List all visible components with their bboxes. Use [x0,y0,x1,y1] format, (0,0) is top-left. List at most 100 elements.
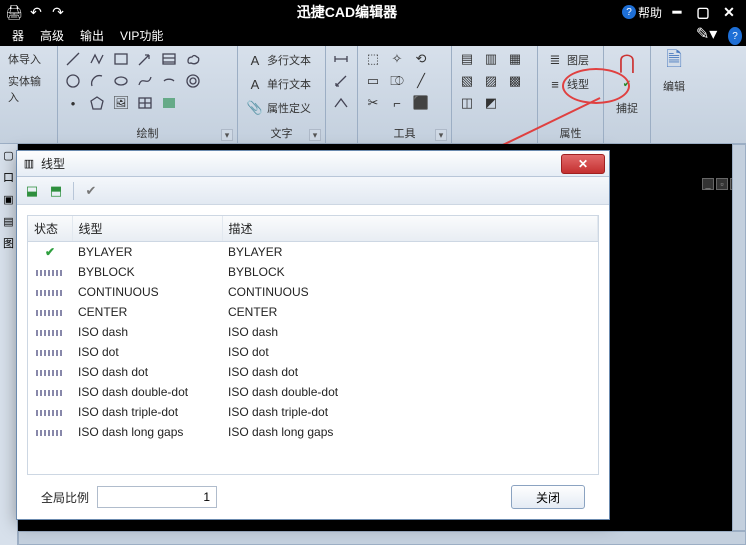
close-icon[interactable]: ✕ [718,3,740,21]
menu-item-1[interactable]: 高级 [32,25,72,46]
print-icon[interactable]: 🖨 [6,4,22,20]
table-row[interactable]: ISO dash dotISO dash dot [28,362,598,382]
table-row[interactable]: ISO dashISO dash [28,322,598,342]
misc-b2[interactable]: ▨ [482,72,500,90]
close-button[interactable]: 关闭 [511,485,585,509]
layer-button[interactable]: ≣图层 [544,50,597,70]
misc-c1[interactable]: ◫ [458,94,476,112]
line-icon[interactable] [64,50,82,68]
load-linetype-icon[interactable]: ⬓ [23,182,41,200]
hatch-icon[interactable] [160,50,178,68]
misc-a2[interactable]: ▥ [482,50,500,68]
dtext-icon: A [246,75,264,93]
ribbon: 体导入 实体输入 • [0,46,746,144]
col-linetype[interactable]: 线型 [72,216,222,242]
concentric-icon[interactable] [184,72,202,90]
vertical-scrollbar[interactable] [732,144,746,531]
misc-b1[interactable]: ▧ [458,72,476,90]
misc-c2[interactable]: ◩ [482,94,500,112]
misc-a1[interactable]: ▤ [458,50,476,68]
snap-button[interactable]: ⋂ ✔ 捕捉 [606,48,648,116]
dim-tool-2[interactable] [332,72,350,90]
linetype-name-cell: ISO dash long gaps [72,422,222,442]
linetype-desc-cell: BYLAYER [222,242,598,263]
circle-icon[interactable] [64,72,82,90]
table-icon[interactable] [136,94,154,112]
menu-item-2[interactable]: 输出 [72,25,112,46]
table-row[interactable]: BYBLOCKBYBLOCK [28,262,598,282]
linetype-button[interactable]: ≡线型 [544,74,597,94]
ribbon-group-import: 体导入 实体输入 [0,46,58,143]
text-expand-icon[interactable]: ▾ [309,129,321,141]
edit-button[interactable]: 🗎 编辑 [653,48,695,94]
horizontal-scrollbar[interactable] [18,531,746,545]
arc-icon[interactable] [88,72,106,90]
maximize-icon[interactable]: ▢ [692,3,714,21]
table-row[interactable]: CENTERCENTER [28,302,598,322]
dialog-titlebar[interactable]: ▥ 线型 ✕ [17,151,609,177]
arrow-icon[interactable] [136,50,154,68]
polyline-icon[interactable] [88,50,106,68]
menu-item-0[interactable]: 器 [4,25,32,46]
left-tool-4[interactable]: ▤ [0,210,17,232]
view-min-icon[interactable]: _ [702,178,714,190]
tools-expand-icon[interactable]: ▾ [435,129,447,141]
image-icon[interactable]: 🖼 [112,94,130,112]
tool-b1[interactable]: ▭ [364,72,382,90]
tool-c1[interactable]: ✂ [364,94,382,112]
rect-icon[interactable] [112,50,130,68]
singleline-text-button[interactable]: A单行文本 [244,74,319,94]
tool-a3[interactable]: ⟲ [412,50,430,68]
col-status[interactable]: 状态 [28,216,72,242]
minimize-icon[interactable]: ━ [666,3,688,21]
spline-icon[interactable] [136,72,154,90]
dim-tool-3[interactable] [332,94,350,112]
ellipse-arc-icon[interactable] [160,72,178,90]
entity-import[interactable]: 体导入 [6,50,51,68]
left-tool-1[interactable]: ▢ [0,144,17,166]
tool-c2[interactable]: ⌐ [388,94,406,112]
left-tool-2[interactable]: 口 [0,166,17,188]
left-tool-3[interactable]: ▣ [0,188,17,210]
ellipse-icon[interactable] [112,72,130,90]
table-row[interactable]: ISO dash long gapsISO dash long gaps [28,422,598,442]
left-tool-5[interactable]: 图 [0,232,17,254]
draw-expand-icon[interactable]: ▾ [221,129,233,141]
table-row[interactable]: ISO dotISO dot [28,342,598,362]
multiline-text-button[interactable]: A多行文本 [244,50,319,70]
revision-cloud-icon[interactable] [184,50,202,68]
misc-b3[interactable]: ▩ [506,72,524,90]
view-max-icon[interactable]: ▫ [716,178,728,190]
dim-tool-1[interactable] [332,50,350,68]
wipeout-icon[interactable] [160,94,178,112]
misc-a3[interactable]: ▦ [506,50,524,68]
poly-icon[interactable] [88,94,106,112]
help-round-icon[interactable]: ? [724,27,742,45]
point-icon[interactable]: • [64,94,82,112]
linetype-desc-cell: ISO dash triple-dot [222,402,598,422]
set-current-icon[interactable]: ✔ [82,182,100,200]
help-button[interactable]: ? 帮助 [622,4,662,21]
table-row[interactable]: ISO dash triple-dotISO dash triple-dot [28,402,598,422]
table-row[interactable]: ISO dash double-dotISO dash double-dot [28,382,598,402]
pen-icon[interactable]: ✎▾ [698,25,716,43]
tool-a1[interactable]: ⬚ [364,50,382,68]
entity-input[interactable]: 实体输入 [6,72,51,106]
linetype-swatch-icon [36,270,64,276]
global-scale-input[interactable] [97,486,217,508]
table-row[interactable]: ✔BYLAYERBYLAYER [28,242,598,263]
dialog-footer: 全局比例 关闭 [27,475,599,519]
redo-icon[interactable]: ↷ [50,4,66,20]
tool-b2[interactable]: ⎄ [388,72,406,90]
tool-a2[interactable]: ✧ [388,50,406,68]
save-linetype-icon[interactable]: ⬒ [47,182,65,200]
tool-b3[interactable]: ╱ [412,72,430,90]
tool-c3[interactable]: ⬛ [412,94,430,112]
table-row[interactable]: CONTINUOUSCONTINUOUS [28,282,598,302]
linetype-name-cell: CONTINUOUS [72,282,222,302]
attribute-def-button[interactable]: 📎属性定义 [244,98,319,118]
col-description[interactable]: 描述 [222,216,598,242]
undo-icon[interactable]: ↶ [28,4,44,20]
dialog-close-button[interactable]: ✕ [561,154,605,174]
menu-item-3[interactable]: VIP功能 [112,25,171,46]
